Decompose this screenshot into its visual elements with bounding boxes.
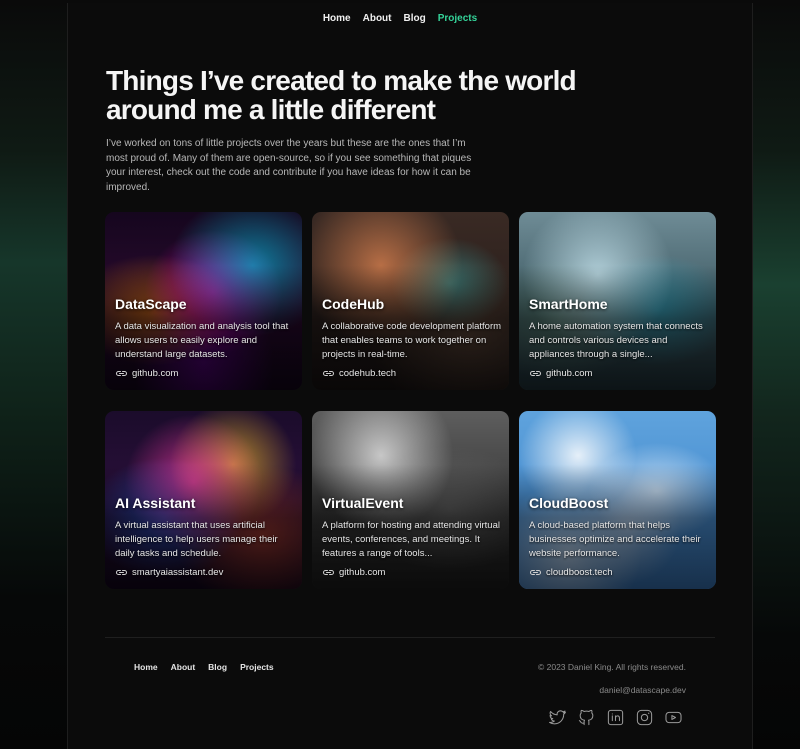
project-link[interactable]: github.com [529,368,592,379]
link-icon [323,570,334,575]
linkedin-icon[interactable] [606,708,625,727]
github-icon[interactable] [577,708,596,727]
project-description: A home automation system that connects a… [529,321,703,360]
footer-nav-home[interactable]: Home [134,662,158,672]
project-card-virtualevent[interactable]: VirtualEvent A platform for hosting and … [312,411,509,589]
project-card-datascape[interactable]: DataScape A data visualization and analy… [105,212,302,390]
project-description: A cloud-based platform that helps busine… [529,520,701,559]
project-link[interactable]: cloudboost.tech [529,567,613,578]
link-icon [323,371,334,376]
project-card-cloudboost[interactable]: CloudBoost A cloud-based platform that h… [519,411,716,589]
youtube-icon[interactable] [664,708,683,727]
social-links [548,708,683,727]
page-description: I’ve worked on tons of little projects o… [106,138,472,193]
footer-nav: Home About Blog Projects [134,662,287,672]
link-icon [116,371,127,376]
project-link-label: github.com [546,368,593,379]
nav-blog[interactable]: Blog [404,13,426,24]
link-icon [530,371,541,376]
project-link[interactable]: github.com [115,368,178,379]
project-card-ai-assistant[interactable]: AI Assistant A virtual assistant that us… [105,411,302,589]
nav-home[interactable]: Home [323,13,351,24]
project-link[interactable]: codehub.tech [322,368,396,379]
project-link-label: smartyaiassistant.dev [132,567,224,578]
projects-grid: DataScape A data visualization and analy… [105,212,716,589]
project-link[interactable]: github.com [322,567,385,578]
project-link[interactable]: smartyaiassistant.dev [115,567,223,578]
project-title: AI Assistant [115,495,196,511]
project-description: A data visualization and analysis tool t… [115,321,289,360]
project-card-codehub[interactable]: CodeHub A collaborative code development… [312,212,509,390]
project-title: CodeHub [322,296,385,312]
project-link-label: github.com [132,368,179,379]
project-description: A platform for hosting and attending vir… [322,520,500,559]
project-link-label: codehub.tech [339,368,397,379]
page-title: Things I’ve created to make the world ar… [106,65,577,125]
project-title: DataScape [115,296,187,312]
copyright-text: © 2023 Daniel King. All rights reserved. [537,662,686,672]
project-title: SmartHome [529,296,608,312]
project-description: A collaborative code development platfor… [322,321,502,360]
footer-nav-about[interactable]: About [171,662,196,672]
top-nav: Home About Blog Projects [0,13,800,24]
link-icon [530,570,541,575]
project-link-label: github.com [339,567,386,578]
background-glow-left [0,0,70,749]
footer-divider [105,637,715,638]
footer-nav-blog[interactable]: Blog [208,662,227,672]
project-card-smarthome[interactable]: SmartHome A home automation system that … [519,212,716,390]
background-glow-right [752,0,800,749]
nav-projects[interactable]: Projects [438,13,477,24]
footer-nav-projects[interactable]: Projects [240,662,274,672]
project-link-label: cloudboost.tech [546,567,613,578]
project-title: VirtualEvent [322,495,404,511]
project-title: CloudBoost [529,495,609,511]
instagram-icon[interactable] [635,708,654,727]
project-description: A virtual assistant that uses artificial… [115,520,278,559]
nav-about[interactable]: About [363,13,392,24]
link-icon [116,570,127,575]
contact-email[interactable]: daniel@datascape.dev [599,685,686,695]
twitter-icon[interactable] [548,708,567,727]
